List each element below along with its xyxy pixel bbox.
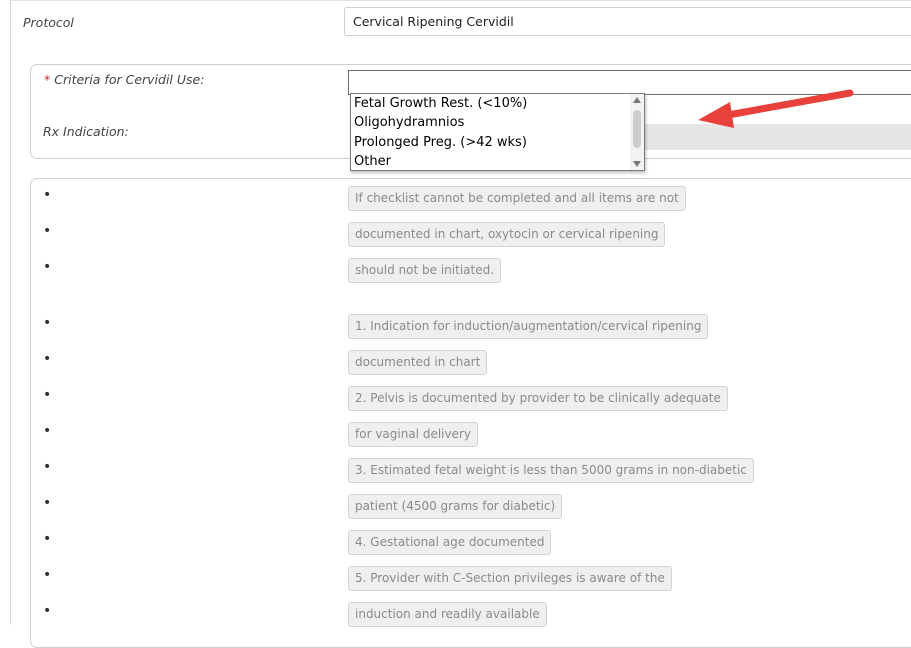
scroll-thumb[interactable] bbox=[633, 110, 641, 148]
checklist-item: for vaginal delivery bbox=[348, 422, 479, 447]
checklist-item: patient (4500 grams for diabetic) bbox=[348, 494, 563, 519]
checklist-bullet: • bbox=[43, 495, 52, 511]
checklist-item: 4. Gestational age documented bbox=[348, 530, 552, 555]
criteria-label: * Criteria for Cervidil Use: bbox=[44, 72, 204, 87]
checklist-item: 5. Provider with C-Section privileges is… bbox=[348, 566, 672, 591]
dropdown-option-prolonged-preg[interactable]: Prolonged Preg. (>42 wks) bbox=[354, 133, 527, 152]
checklist-item: documented in chart bbox=[348, 350, 488, 375]
criteria-label-text: Criteria for Cervidil Use: bbox=[54, 72, 205, 87]
checklist-item: If checklist cannot be completed and all… bbox=[348, 186, 686, 211]
checklist-item: documented in chart, oxytocin or cervica… bbox=[348, 222, 666, 247]
scroll-down-icon[interactable] bbox=[633, 161, 641, 167]
checklist-item: 1. Indication for induction/augmentation… bbox=[348, 314, 709, 339]
checklist-item: induction and readily available bbox=[348, 602, 547, 627]
checklist-bullet: • bbox=[43, 223, 52, 239]
checklist-bullet: • bbox=[43, 459, 52, 475]
protocol-label: Protocol bbox=[23, 15, 74, 30]
scroll-up-icon[interactable] bbox=[633, 97, 641, 103]
top-divider bbox=[10, 0, 911, 1]
rx-indication-label: Rx Indication: bbox=[43, 124, 129, 139]
checklist-bullet: • bbox=[43, 315, 52, 331]
dropdown-option-fetal-growth[interactable]: Fetal Growth Rest. (<10%) bbox=[354, 94, 527, 113]
checklist-bullet: • bbox=[43, 387, 52, 403]
checklist-bullet: • bbox=[43, 423, 52, 439]
checklist-bullet: • bbox=[43, 351, 52, 367]
checklist-bullet: • bbox=[43, 603, 52, 619]
dropdown-option-other[interactable]: Other bbox=[354, 152, 391, 171]
criteria-dropdown-list[interactable]: Fetal Growth Rest. (<10%) Oligohydramnio… bbox=[350, 93, 645, 171]
checklist-item: should not be initiated. bbox=[348, 258, 502, 283]
checklist-bullet: • bbox=[43, 187, 52, 203]
dropdown-scrollbar[interactable] bbox=[630, 94, 644, 170]
checklist-bullet: • bbox=[43, 567, 52, 583]
checklist-item: 2. Pelvis is documented by provider to b… bbox=[348, 386, 728, 411]
required-marker: * bbox=[44, 72, 51, 87]
checklist-bullet: • bbox=[43, 259, 52, 275]
checklist-item: 3. Estimated fetal weight is less than 5… bbox=[348, 458, 754, 483]
protocol-field[interactable]: Cervical Ripening Cervidil bbox=[344, 7, 911, 36]
checklist-bullet: • bbox=[43, 531, 52, 547]
left-border bbox=[10, 0, 11, 625]
dropdown-option-oligohydramnios[interactable]: Oligohydramnios bbox=[354, 113, 464, 132]
annotation-arrow-icon bbox=[698, 89, 854, 128]
